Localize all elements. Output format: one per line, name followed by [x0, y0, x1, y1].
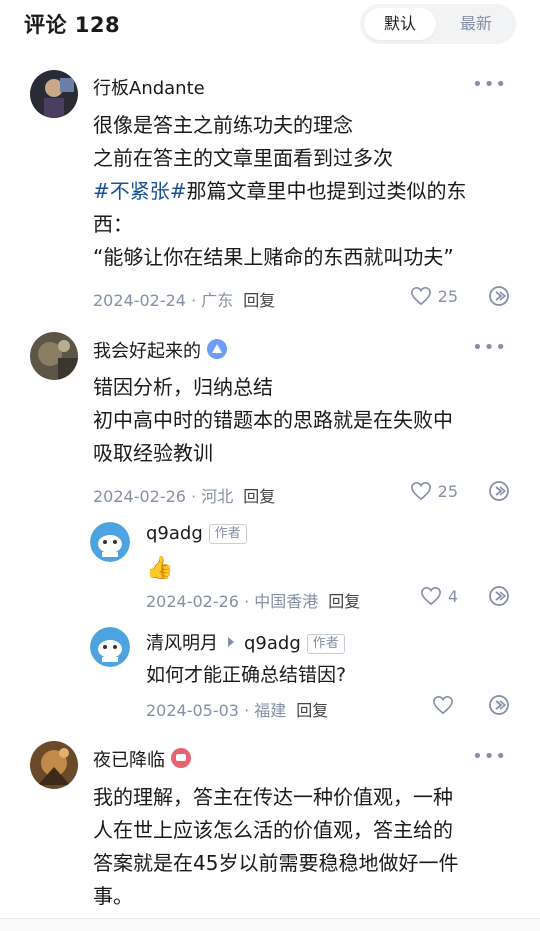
comment-author-link[interactable]: 我会好起来的 [93, 341, 201, 362]
like-count: 4 [447, 587, 458, 606]
heart-icon [420, 586, 441, 606]
avatar[interactable] [90, 627, 130, 667]
level-badge-icon [171, 748, 191, 768]
reply-button[interactable]: 回复 [243, 487, 275, 506]
comment-line: 很像是答主之前练功夫的理念 [93, 113, 353, 137]
reply-button[interactable]: 回复 [296, 701, 328, 720]
reply-meta: 2024-02-26 · 中国香港 回复 [146, 588, 360, 612]
comment-line: 人在世上应该怎么活的价值观，答主给的 [93, 818, 453, 842]
author-tag: 作者 [208, 524, 247, 544]
bottom-input-bar[interactable] [0, 918, 540, 931]
comment-line-rest: 那篇文章里中也提到过类似的东 [186, 179, 467, 203]
comments-header: 评论 128 默认 最新 [0, 0, 540, 48]
comment-line: “能够让你在结果上赌命的东西就叫功夫” [93, 245, 454, 269]
reply-button[interactable]: 回复 [243, 291, 275, 310]
sort-toggle: 默认 最新 [360, 4, 516, 44]
comment-line: 吸取经验教训 [93, 441, 213, 465]
avatar[interactable] [30, 332, 78, 380]
comment-line: 错因分析，归纳总结 [93, 375, 273, 399]
reply-text: 如何才能正确总结错因? [146, 664, 347, 686]
sort-default-button[interactable]: 默认 [364, 8, 436, 40]
comment-line: #不紧张#那篇文章里中也提到过类似的东 [93, 175, 513, 208]
comment-line: 我的理解，答主在传达一种价值观，一种 [93, 785, 453, 809]
comment-date-location: 2024-02-26 · 河北 [93, 487, 234, 506]
reply-author-link[interactable]: 清风明月 [146, 633, 218, 654]
comment-author-name[interactable]: 行板Andante [93, 74, 205, 100]
reply-date-location: 2024-05-03 · 福建 [146, 701, 287, 720]
comment-author-name: 我会好起来的 [93, 337, 227, 363]
level-badge-icon [207, 339, 227, 359]
comment-line: 事。 [93, 884, 133, 908]
comment-text: 很像是答主之前练功夫的理念 之前在答主的文章里面看到过多次 #不紧张#那篇文章里… [93, 109, 513, 274]
sort-newest-button[interactable]: 最新 [440, 8, 512, 40]
like-button[interactable]: 25 [410, 286, 458, 306]
comment-text: 错因分析，归纳总结 初中高中时的错题本的思路就是在失败中 吸取经验教训 [93, 371, 513, 470]
comment-author-link[interactable]: 夜已降临 [93, 750, 165, 771]
reply-meta: 2024-05-03 · 福建 回复 [146, 697, 328, 721]
comments-count-title: 评论 128 [24, 13, 121, 37]
share-icon[interactable] [488, 694, 510, 720]
comment-meta: 2024-02-26 · 河北 回复 [93, 483, 275, 507]
reply-author-name: 清风明月 q9adg 作者 [146, 629, 345, 655]
reply-button[interactable]: 回复 [328, 592, 360, 611]
comment-date-location: 2024-02-24 · 广东 [93, 291, 234, 310]
share-icon[interactable] [488, 480, 510, 506]
more-dots-icon[interactable]: ••• [472, 337, 507, 358]
comment-text: 我的理解，答主在传达一种价值观，一种 人在世上应该怎么活的价值观，答主给的 答案… [93, 781, 513, 913]
reply-to-arrow-icon [228, 637, 234, 647]
like-count: 25 [437, 287, 458, 306]
reply-date-location: 2024-02-26 · 中国香港 [146, 592, 319, 611]
heart-icon [410, 286, 431, 306]
heart-icon [410, 481, 431, 501]
reply-author-link[interactable]: q9adg [146, 523, 203, 544]
share-icon[interactable] [488, 585, 510, 611]
reply-author-name: q9adg 作者 [146, 523, 247, 544]
like-count: 25 [437, 482, 458, 501]
like-button[interactable]: 4 [420, 586, 458, 606]
hashtag-link[interactable]: #不紧张# [93, 179, 187, 203]
comment-line: 答案就是在45岁以前需要稳稳地做好一件 [93, 851, 459, 875]
comment-meta: 2024-02-24 · 广东 回复 [93, 287, 275, 311]
comment-line: 西： [93, 212, 133, 236]
like-button[interactable]: 25 [410, 481, 458, 501]
more-dots-icon[interactable]: ••• [472, 746, 507, 767]
more-dots-icon[interactable]: ••• [472, 74, 507, 95]
avatar[interactable] [90, 522, 130, 562]
heart-icon [433, 695, 453, 715]
reply-to-author-link[interactable]: q9adg [244, 633, 301, 654]
share-icon[interactable] [488, 285, 510, 311]
avatar[interactable] [30, 741, 78, 789]
comment-author-name: 夜已降临 [93, 746, 191, 772]
comment-line: 之前在答主的文章里面看到过多次 [93, 146, 393, 170]
reply-emoji: 👍 [146, 556, 174, 581]
like-button[interactable] [432, 695, 460, 715]
avatar[interactable] [30, 70, 78, 118]
author-tag: 作者 [306, 634, 345, 654]
comment-line: 初中高中时的错题本的思路就是在失败中 [93, 408, 453, 432]
